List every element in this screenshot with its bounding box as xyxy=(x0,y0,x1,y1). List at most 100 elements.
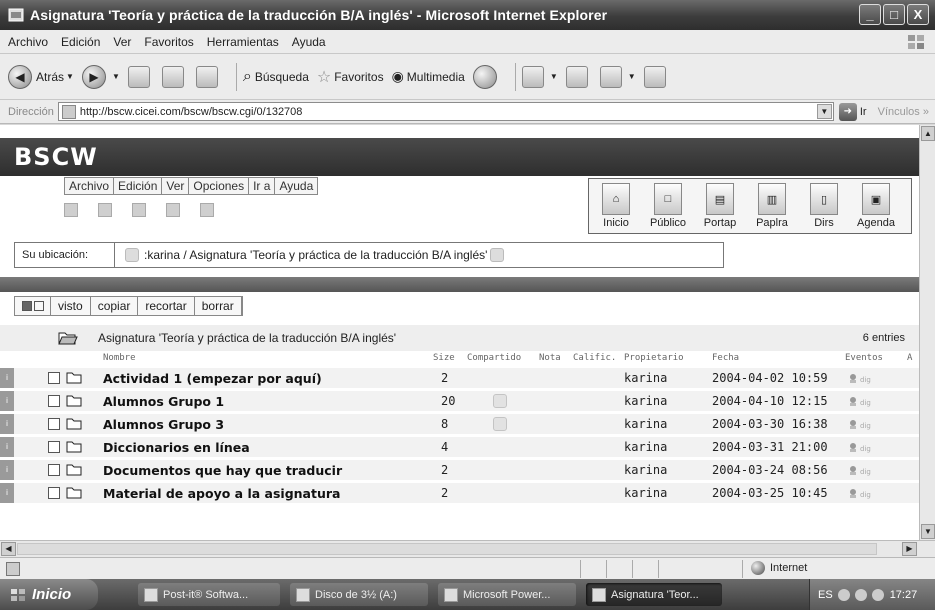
row-checkbox[interactable] xyxy=(48,487,60,499)
back-button[interactable]: ◀ Atrás ▼ xyxy=(8,64,74,89)
folder-icon[interactable] xyxy=(66,487,82,499)
mail-button[interactable]: ▼ xyxy=(521,65,558,88)
info-icon[interactable]: i xyxy=(0,460,14,480)
refresh-button[interactable] xyxy=(161,65,188,88)
row-owner[interactable]: karina xyxy=(624,371,667,385)
vertical-scrollbar[interactable]: ▲ ▼ xyxy=(919,125,935,540)
tray-icon-security[interactable] xyxy=(871,588,884,601)
nav-portap[interactable]: ▤ Portap xyxy=(697,183,743,229)
menu-herramientas[interactable]: Herramientas xyxy=(207,35,279,49)
home-button[interactable] xyxy=(195,65,222,88)
minimize-button[interactable]: _ xyxy=(859,4,881,25)
scroll-down-icon[interactable]: ▼ xyxy=(921,524,935,539)
action-visto[interactable]: visto xyxy=(51,297,91,315)
row-owner[interactable]: karina xyxy=(624,440,667,454)
info-icon[interactable]: i xyxy=(0,414,14,434)
row-owner[interactable]: karina xyxy=(624,394,667,408)
action-borrar[interactable]: borrar xyxy=(195,297,242,315)
col-eventos[interactable]: Eventos xyxy=(845,353,883,363)
col-nota[interactable]: Nota xyxy=(539,353,561,363)
row-name[interactable]: Alumnos Grupo 3 xyxy=(103,417,224,432)
menu-ayuda[interactable]: Ayuda xyxy=(292,35,326,49)
language-indicator[interactable]: ES xyxy=(818,589,833,601)
info-icon[interactable]: i xyxy=(0,368,14,388)
menu-ver[interactable]: Ver xyxy=(113,35,131,49)
info-icon[interactable]: i xyxy=(0,437,14,457)
col-calific[interactable]: Calific. xyxy=(573,353,616,363)
action-copiar[interactable]: copiar xyxy=(91,297,139,315)
row-name[interactable]: Documentos que hay que traducir xyxy=(103,463,342,478)
col-propietario[interactable]: Propietario xyxy=(624,353,684,363)
col-fecha[interactable]: Fecha xyxy=(712,353,739,363)
bscw-menu-ver[interactable]: Ver xyxy=(162,178,190,194)
bscw-menu-archivo[interactable]: Archivo xyxy=(65,178,115,194)
events-icon[interactable]: dig xyxy=(848,419,882,430)
row-name[interactable]: Material de apoyo a la asignatura xyxy=(103,486,340,501)
address-dropdown-icon[interactable]: ▼ xyxy=(816,104,832,119)
row-checkbox[interactable] xyxy=(48,464,60,476)
menu-edicion[interactable]: Edición xyxy=(61,35,100,49)
row-name[interactable]: Alumnos Grupo 1 xyxy=(103,394,224,409)
menu-favoritos[interactable]: Favoritos xyxy=(144,35,193,49)
col-size[interactable]: Size xyxy=(433,353,455,363)
stop-button[interactable] xyxy=(127,65,154,88)
nav-inicio[interactable]: ⌂ Inicio xyxy=(593,183,639,229)
bscw-menu-edicion[interactable]: Edición xyxy=(114,178,163,194)
folder-icon[interactable] xyxy=(66,395,82,407)
start-button[interactable]: Inicio xyxy=(0,579,98,610)
links-button[interactable]: Vínculos » xyxy=(878,106,929,118)
col-a[interactable]: A xyxy=(907,353,912,363)
events-icon[interactable]: dig xyxy=(848,488,882,499)
scroll-up-icon[interactable]: ▲ xyxy=(921,126,935,141)
horizontal-scrollbar[interactable]: ◀ ▶ xyxy=(0,540,935,557)
history-button[interactable] xyxy=(472,64,501,89)
search-button[interactable]: ⌕ Búsqueda xyxy=(243,68,309,86)
close-button[interactable]: X xyxy=(907,4,929,25)
row-owner[interactable]: karina xyxy=(624,463,667,477)
tray-icon-network[interactable] xyxy=(837,588,850,601)
nav-publico[interactable]: □ Público xyxy=(645,183,691,229)
edit-button[interactable]: ▼ xyxy=(599,65,636,88)
scroll-right-icon[interactable]: ▶ xyxy=(902,542,917,556)
table-row[interactable]: i Alumnos Grupo 1 20 karina 2004-04-10 12:15… xyxy=(0,391,919,411)
row-checkbox[interactable] xyxy=(48,441,60,453)
task-post-it[interactable]: Post-it® Softwa... xyxy=(138,583,280,606)
menu-archivo[interactable]: Archivo xyxy=(8,35,48,49)
table-row[interactable]: i Diccionarios en línea 4 karina 2004-03-31 … xyxy=(0,437,919,457)
events-icon[interactable]: dig xyxy=(848,442,882,453)
table-row[interactable]: i Documentos que hay que traducir 2 karina 2… xyxy=(0,460,919,480)
discuss-button[interactable] xyxy=(643,65,670,88)
row-name[interactable]: Diccionarios en línea xyxy=(103,440,250,455)
task-asignatura[interactable]: Asignatura 'Teor... xyxy=(586,583,722,606)
nav-paplra[interactable]: ▥ Paplra xyxy=(749,183,795,229)
scroll-left-icon[interactable]: ◀ xyxy=(1,542,16,556)
upload-icon[interactable] xyxy=(64,203,78,217)
forward-button[interactable]: ▶ ▼ xyxy=(81,64,120,89)
tray-icon-volume[interactable] xyxy=(854,588,867,601)
bscw-menu-opciones[interactable]: Opciones xyxy=(189,178,250,194)
favorites-button[interactable]: ☆ Favoritos xyxy=(317,67,384,87)
folder-icon[interactable] xyxy=(66,464,82,476)
info-icon[interactable]: i xyxy=(0,483,14,503)
task-disco[interactable]: Disco de 3½ (A:) xyxy=(290,583,428,606)
folder-icon[interactable] xyxy=(166,203,180,217)
row-owner[interactable]: karina xyxy=(624,417,667,431)
row-owner[interactable]: karina xyxy=(624,486,667,500)
table-row[interactable]: i Alumnos Grupo 3 8 karina 2004-03-30 16:38 d… xyxy=(0,414,919,434)
row-checkbox[interactable] xyxy=(48,395,60,407)
multimedia-button[interactable]: ◉ Multimedia xyxy=(392,68,465,85)
pen-icon[interactable] xyxy=(98,203,112,217)
row-checkbox[interactable] xyxy=(48,418,60,430)
folder-icon[interactable] xyxy=(66,372,82,384)
location-path[interactable]: :karina / Asignatura 'Teoría y práctica … xyxy=(144,248,487,262)
folder-icon[interactable] xyxy=(66,418,82,430)
document-icon[interactable] xyxy=(200,203,214,217)
table-row[interactable]: i Material de apoyo a la asignatura 2 karin… xyxy=(0,483,919,503)
table-row[interactable]: i Actividad 1 (empezar por aquí) 2 karina 20… xyxy=(0,368,919,388)
events-icon[interactable]: dig xyxy=(848,396,882,407)
maximize-button[interactable]: □ xyxy=(883,4,905,25)
row-checkbox[interactable] xyxy=(48,372,60,384)
copy-icon[interactable] xyxy=(132,203,146,217)
print-button[interactable] xyxy=(565,65,592,88)
task-powerpoint[interactable]: Microsoft Power... xyxy=(438,583,576,606)
